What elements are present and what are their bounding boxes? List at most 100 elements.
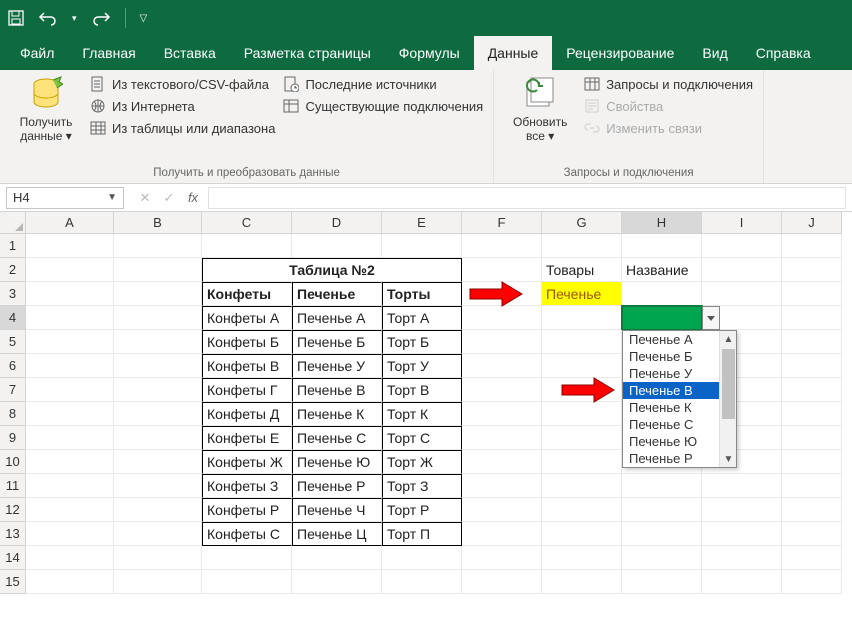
cell[interactable] [702,570,782,594]
data-validation-dropdown-button[interactable] [702,306,720,330]
cell[interactable] [114,306,202,330]
row-header[interactable]: 10 [0,450,26,474]
cell[interactable] [622,282,702,306]
cell[interactable]: Торт В [382,378,462,402]
cell[interactable]: Торт З [382,474,462,498]
dropdown-option[interactable]: Печенье У [623,365,719,382]
tab-formulas[interactable]: Формулы [385,36,474,70]
cell[interactable] [292,546,382,570]
row-header[interactable]: 13 [0,522,26,546]
from-csv-button[interactable]: Из текстового/CSV-файла [90,76,275,92]
cell[interactable]: Печенье А [292,306,382,330]
dropdown-option[interactable]: Печенье С [623,416,719,433]
cell[interactable] [462,546,542,570]
column-header[interactable]: A [26,212,114,234]
row-header[interactable]: 5 [0,330,26,354]
cell[interactable]: Торт Ж [382,450,462,474]
cell[interactable] [542,234,622,258]
cell[interactable] [292,234,382,258]
cell[interactable] [702,282,782,306]
cell[interactable] [26,522,114,546]
column-header[interactable]: I [702,212,782,234]
cell[interactable] [26,474,114,498]
cell[interactable] [202,546,292,570]
cell[interactable] [26,330,114,354]
cell[interactable] [782,570,842,594]
cell[interactable] [782,498,842,522]
cell[interactable] [782,258,842,282]
cell[interactable] [782,330,842,354]
cell[interactable] [462,258,542,282]
row-header[interactable]: 6 [0,354,26,378]
cell[interactable]: Торт С [382,426,462,450]
cell[interactable]: Торт Р [382,498,462,522]
cell[interactable] [782,426,842,450]
cell[interactable] [462,378,542,402]
cell[interactable] [114,354,202,378]
cell[interactable]: Печенье Ю [292,450,382,474]
cell[interactable] [114,474,202,498]
from-table-button[interactable]: Из таблицы или диапазона [90,120,275,136]
cell[interactable] [292,570,382,594]
tab-layout[interactable]: Разметка страницы [230,36,385,70]
cell[interactable] [462,570,542,594]
tab-file[interactable]: Файл [6,36,68,70]
tab-data[interactable]: Данные [474,36,553,70]
cell[interactable] [782,474,842,498]
cell[interactable]: Торты [382,282,462,306]
column-header[interactable]: F [462,212,542,234]
cell[interactable] [782,450,842,474]
cell[interactable] [622,474,702,498]
cell[interactable] [702,498,782,522]
cell[interactable]: Конфеты Ж [202,450,292,474]
column-header[interactable]: J [782,212,842,234]
cell[interactable] [26,450,114,474]
cell[interactable] [542,330,622,354]
cell[interactable]: Конфеты Е [202,426,292,450]
cell[interactable] [782,282,842,306]
cell[interactable] [462,474,542,498]
cell[interactable]: Конфеты Д [202,402,292,426]
cell[interactable] [542,546,622,570]
tab-help[interactable]: Справка [742,36,825,70]
cell[interactable] [382,570,462,594]
cell[interactable] [26,378,114,402]
cell[interactable] [26,498,114,522]
cell[interactable] [462,282,542,306]
cell[interactable] [782,522,842,546]
row-header[interactable]: 12 [0,498,26,522]
cell[interactable]: Конфеты [202,282,292,306]
cell[interactable]: Конфеты А [202,306,292,330]
dropdown-option[interactable]: Печенье Ю [623,433,719,450]
cell[interactable] [202,570,292,594]
cell[interactable]: Конфеты С [202,522,292,546]
get-data-button[interactable]: Получить данные ▾ [10,74,82,144]
select-all-corner[interactable] [0,212,26,234]
cell[interactable]: Печенье У [292,354,382,378]
tab-home[interactable]: Главная [68,36,149,70]
cell[interactable] [26,570,114,594]
cell[interactable] [542,426,622,450]
cell[interactable] [622,306,702,330]
cell[interactable] [26,258,114,282]
cell[interactable] [622,522,702,546]
cell[interactable]: Конфеты Б [202,330,292,354]
cell[interactable] [26,426,114,450]
dropdown-option[interactable]: Печенье А [623,331,719,348]
cell[interactable] [114,426,202,450]
cell[interactable] [462,234,542,258]
cell[interactable] [114,546,202,570]
row-header[interactable]: 8 [0,402,26,426]
fx-icon[interactable]: fx [184,190,202,205]
cell[interactable]: Конфеты З [202,474,292,498]
cell[interactable] [114,234,202,258]
cell[interactable] [26,282,114,306]
row-header[interactable]: 15 [0,570,26,594]
cell[interactable] [26,354,114,378]
column-header[interactable]: H [622,212,702,234]
row-header[interactable]: 14 [0,546,26,570]
cell[interactable] [702,474,782,498]
column-header[interactable]: G [542,212,622,234]
cell[interactable] [542,354,622,378]
column-header[interactable]: E [382,212,462,234]
